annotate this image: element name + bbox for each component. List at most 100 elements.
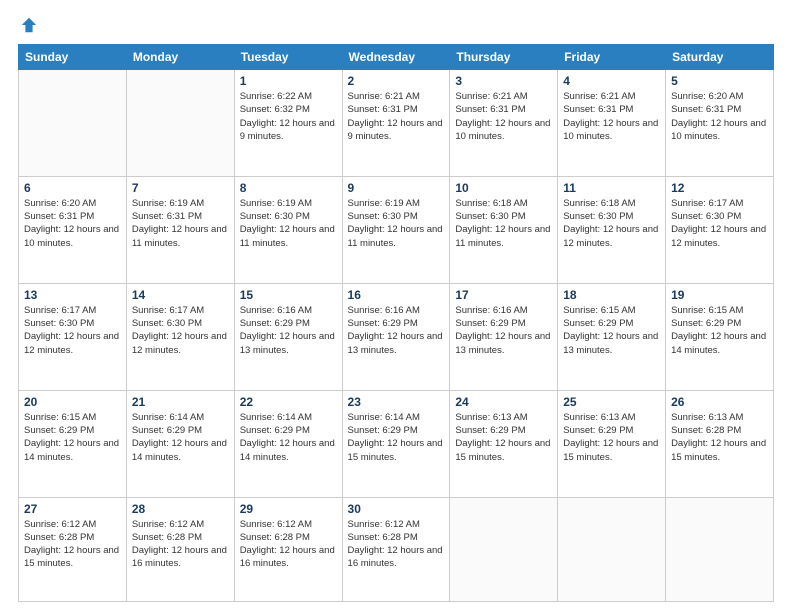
day-number: 24: [455, 395, 552, 409]
day-number: 4: [563, 74, 660, 88]
calendar-cell: 15 Sunrise: 6:16 AM Sunset: 6:29 PM Dayli…: [234, 283, 342, 390]
day-number: 9: [348, 181, 445, 195]
calendar-cell: 1 Sunrise: 6:22 AM Sunset: 6:32 PM Daylig…: [234, 70, 342, 177]
week-row-3: 20 Sunrise: 6:15 AM Sunset: 6:29 PM Dayli…: [19, 390, 774, 497]
day-number: 27: [24, 502, 121, 516]
calendar-cell: 3 Sunrise: 6:21 AM Sunset: 6:31 PM Daylig…: [450, 70, 558, 177]
day-number: 7: [132, 181, 229, 195]
day-info: Sunrise: 6:15 AM Sunset: 6:29 PM Dayligh…: [671, 304, 768, 357]
calendar-cell: 23Sunrise: 6:14 AM Sunset: 6:29 PM Dayli…: [342, 390, 450, 497]
day-info: Sunrise: 6:18 AM Sunset: 6:30 PM Dayligh…: [455, 197, 552, 250]
logo-icon: [20, 16, 38, 34]
day-info: Sunrise: 6:18 AM Sunset: 6:30 PM Dayligh…: [563, 197, 660, 250]
calendar-cell: 22 Sunrise: 6:14 AM Sunset: 6:29 PM Dayli…: [234, 390, 342, 497]
day-info: Sunrise: 6:12 AM Sunset: 6:28 PM Dayligh…: [240, 518, 337, 571]
day-info: Sunrise: 6:16 AM Sunset: 6:29 PM Dayligh…: [240, 304, 337, 357]
calendar-cell: 8 Sunrise: 6:19 AM Sunset: 6:30 PM Daylig…: [234, 176, 342, 283]
calendar-cell: 24Sunrise: 6:13 AM Sunset: 6:29 PM Dayli…: [450, 390, 558, 497]
day-number: 21: [132, 395, 229, 409]
calendar-cell: 9 Sunrise: 6:19 AM Sunset: 6:30 PM Daylig…: [342, 176, 450, 283]
calendar-cell: 6 Sunrise: 6:20 AM Sunset: 6:31 PM Daylig…: [19, 176, 127, 283]
day-info: Sunrise: 6:14 AM Sunset: 6:29 PM Dayligh…: [132, 411, 229, 464]
day-info: Sunrise: 6:12 AM Sunset: 6:28 PM Dayligh…: [348, 518, 445, 571]
calendar-cell: 25Sunrise: 6:13 AM Sunset: 6:29 PM Dayli…: [558, 390, 666, 497]
week-row-1: 6 Sunrise: 6:20 AM Sunset: 6:31 PM Daylig…: [19, 176, 774, 283]
day-info: Sunrise: 6:20 AM Sunset: 6:31 PM Dayligh…: [671, 90, 768, 143]
day-info: Sunrise: 6:21 AM Sunset: 6:31 PM Dayligh…: [563, 90, 660, 143]
calendar-cell: 26Sunrise: 6:13 AM Sunset: 6:28 PM Dayli…: [666, 390, 774, 497]
calendar-cell: [19, 70, 127, 177]
day-number: 13: [24, 288, 121, 302]
day-number: 14: [132, 288, 229, 302]
day-info: Sunrise: 6:17 AM Sunset: 6:30 PM Dayligh…: [132, 304, 229, 357]
day-header-monday: Monday: [126, 45, 234, 70]
day-info: Sunrise: 6:21 AM Sunset: 6:31 PM Dayligh…: [348, 90, 445, 143]
day-number: 22: [240, 395, 337, 409]
day-header-sunday: Sunday: [19, 45, 127, 70]
calendar-cell: 20 Sunrise: 6:15 AM Sunset: 6:29 PM Dayli…: [19, 390, 127, 497]
day-info: Sunrise: 6:21 AM Sunset: 6:31 PM Dayligh…: [455, 90, 552, 143]
calendar-cell: 13 Sunrise: 6:17 AM Sunset: 6:30 PM Dayli…: [19, 283, 127, 390]
day-info: Sunrise: 6:19 AM Sunset: 6:30 PM Dayligh…: [240, 197, 337, 250]
day-number: 15: [240, 288, 337, 302]
calendar-cell: 12 Sunrise: 6:17 AM Sunset: 6:30 PM Dayli…: [666, 176, 774, 283]
week-row-4: 27 Sunrise: 6:12 AM Sunset: 6:28 PM Dayli…: [19, 497, 774, 602]
calendar-cell: 10 Sunrise: 6:18 AM Sunset: 6:30 PM Dayli…: [450, 176, 558, 283]
day-number: 29: [240, 502, 337, 516]
calendar-cell: 27 Sunrise: 6:12 AM Sunset: 6:28 PM Dayli…: [19, 497, 127, 602]
day-number: 6: [24, 181, 121, 195]
calendar-cell: 2 Sunrise: 6:21 AM Sunset: 6:31 PM Daylig…: [342, 70, 450, 177]
day-number: 16: [348, 288, 445, 302]
calendar-cell: 7 Sunrise: 6:19 AM Sunset: 6:31 PM Daylig…: [126, 176, 234, 283]
calendar-cell: 21 Sunrise: 6:14 AM Sunset: 6:29 PM Dayli…: [126, 390, 234, 497]
day-number: 11: [563, 181, 660, 195]
week-row-2: 13 Sunrise: 6:17 AM Sunset: 6:30 PM Dayli…: [19, 283, 774, 390]
day-number: 30: [348, 502, 445, 516]
day-info: Sunrise: 6:12 AM Sunset: 6:28 PM Dayligh…: [24, 518, 121, 571]
logo: [18, 16, 38, 34]
day-number: 12: [671, 181, 768, 195]
day-info: Sunrise: 6:20 AM Sunset: 6:31 PM Dayligh…: [24, 197, 121, 250]
day-number: 8: [240, 181, 337, 195]
calendar-cell: 29 Sunrise: 6:12 AM Sunset: 6:28 PM Dayli…: [234, 497, 342, 602]
day-info: Sunrise: 6:19 AM Sunset: 6:31 PM Dayligh…: [132, 197, 229, 250]
day-number: 1: [240, 74, 337, 88]
calendar-cell: 28 Sunrise: 6:12 AM Sunset: 6:28 PM Dayli…: [126, 497, 234, 602]
calendar-cell: 17 Sunrise: 6:16 AM Sunset: 6:29 PM Dayli…: [450, 283, 558, 390]
calendar-cell: 5Sunrise: 6:20 AM Sunset: 6:31 PM Daylig…: [666, 70, 774, 177]
day-info: Sunrise: 6:17 AM Sunset: 6:30 PM Dayligh…: [671, 197, 768, 250]
day-info: Sunrise: 6:19 AM Sunset: 6:30 PM Dayligh…: [348, 197, 445, 250]
calendar-cell: 30 Sunrise: 6:12 AM Sunset: 6:28 PM Dayli…: [342, 497, 450, 602]
header: [18, 16, 774, 34]
day-info: Sunrise: 6:14 AM Sunset: 6:29 PM Dayligh…: [348, 411, 445, 464]
calendar-cell: 14 Sunrise: 6:17 AM Sunset: 6:30 PM Dayli…: [126, 283, 234, 390]
calendar-table: SundayMondayTuesdayWednesdayThursdayFrid…: [18, 44, 774, 602]
day-number: 17: [455, 288, 552, 302]
day-info: Sunrise: 6:13 AM Sunset: 6:28 PM Dayligh…: [671, 411, 768, 464]
day-info: Sunrise: 6:12 AM Sunset: 6:28 PM Dayligh…: [132, 518, 229, 571]
day-header-thursday: Thursday: [450, 45, 558, 70]
calendar-cell: [450, 497, 558, 602]
calendar-page: SundayMondayTuesdayWednesdayThursdayFrid…: [0, 0, 792, 612]
day-number: 3: [455, 74, 552, 88]
calendar-cell: 18Sunrise: 6:15 AM Sunset: 6:29 PM Dayli…: [558, 283, 666, 390]
day-number: 10: [455, 181, 552, 195]
day-number: 2: [348, 74, 445, 88]
day-info: Sunrise: 6:22 AM Sunset: 6:32 PM Dayligh…: [240, 90, 337, 143]
day-info: Sunrise: 6:16 AM Sunset: 6:29 PM Dayligh…: [455, 304, 552, 357]
calendar-cell: [558, 497, 666, 602]
calendar-cell: 19 Sunrise: 6:15 AM Sunset: 6:29 PM Dayli…: [666, 283, 774, 390]
calendar-cell: [126, 70, 234, 177]
week-row-0: 1 Sunrise: 6:22 AM Sunset: 6:32 PM Daylig…: [19, 70, 774, 177]
day-header-friday: Friday: [558, 45, 666, 70]
calendar-cell: 11 Sunrise: 6:18 AM Sunset: 6:30 PM Dayli…: [558, 176, 666, 283]
calendar-cell: 16Sunrise: 6:16 AM Sunset: 6:29 PM Dayli…: [342, 283, 450, 390]
day-number: 20: [24, 395, 121, 409]
day-number: 19: [671, 288, 768, 302]
day-info: Sunrise: 6:17 AM Sunset: 6:30 PM Dayligh…: [24, 304, 121, 357]
day-number: 18: [563, 288, 660, 302]
day-number: 25: [563, 395, 660, 409]
day-info: Sunrise: 6:15 AM Sunset: 6:29 PM Dayligh…: [24, 411, 121, 464]
day-info: Sunrise: 6:14 AM Sunset: 6:29 PM Dayligh…: [240, 411, 337, 464]
day-number: 28: [132, 502, 229, 516]
